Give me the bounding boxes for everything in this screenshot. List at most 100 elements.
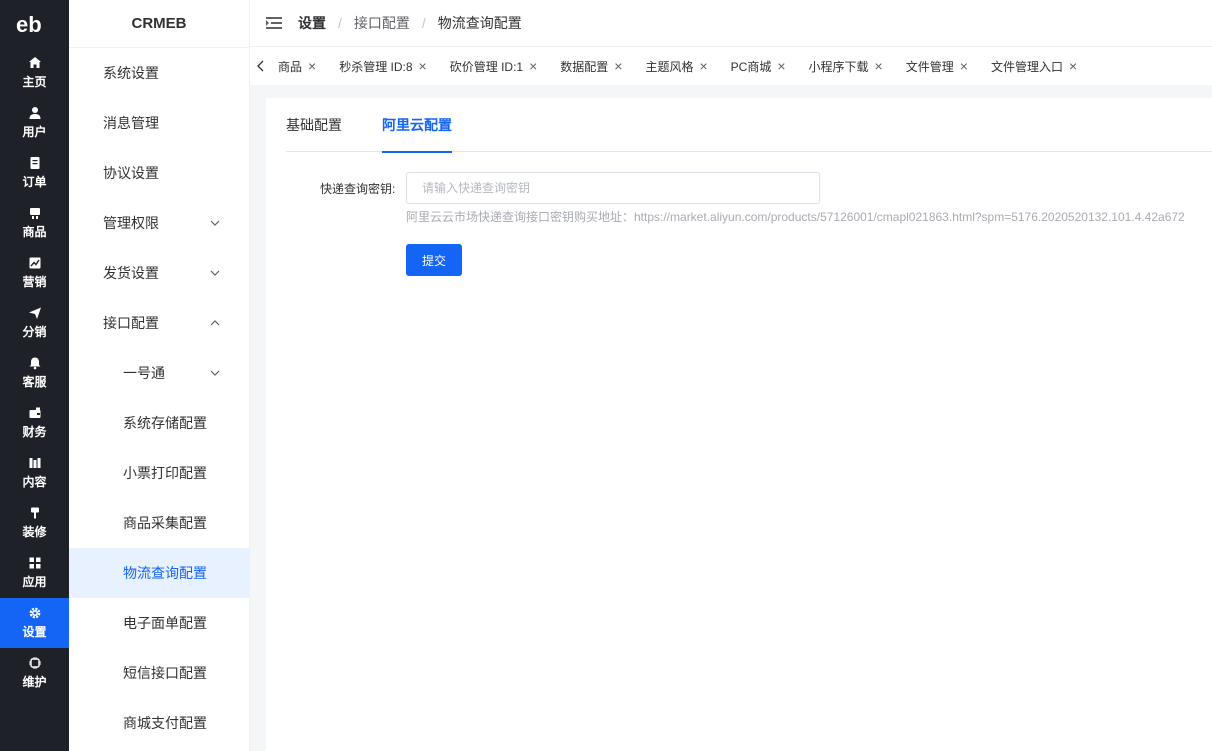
gear-icon (29, 607, 40, 619)
chevron-down-icon (210, 270, 220, 276)
tag-item[interactable]: 文件管理入口 × (981, 47, 1090, 85)
close-icon[interactable]: × (614, 58, 622, 74)
close-icon[interactable]: × (875, 58, 883, 74)
submenu-item[interactable]: 商城支付配置 (69, 698, 249, 748)
rail-item[interactable]: 订单 (0, 148, 69, 198)
tag-item[interactable]: 商品 × (268, 47, 329, 85)
breadcrumb-item[interactable]: 接口配置 (354, 13, 410, 33)
submenu-item[interactable]: 接口配置 (69, 298, 249, 348)
submenu-item[interactable]: 系统设置 (69, 48, 249, 98)
rail-item[interactable]: 应用 (0, 548, 69, 598)
submenu-item-label: 协议设置 (103, 165, 159, 181)
submenu-item-label: 物流查询配置 (123, 565, 207, 581)
submenu-item-label: 小票打印配置 (123, 465, 207, 481)
express-key-label: 快递查询密钥: (320, 182, 396, 196)
tab-aliyun-config[interactable]: 阿里云配置 (382, 98, 452, 153)
rail-item-label: 应用 (22, 575, 47, 589)
submenu-item-label: 发货设置 (103, 265, 159, 281)
breadcrumb-current: 物流查询配置 (437, 15, 522, 31)
rail-item-label: 用户 (22, 125, 47, 139)
close-icon[interactable]: × (960, 58, 968, 74)
submit-button[interactable]: 提交 (406, 244, 462, 276)
rail-item-label: 财务 (22, 425, 47, 439)
tag-item[interactable]: 数据配置 × (550, 47, 635, 85)
submenu-item[interactable]: 系统存储配置 (69, 398, 249, 448)
config-tabs: 基础配置 阿里云配置 (286, 98, 1212, 153)
rail-item[interactable]: 用户 (0, 98, 69, 148)
tag-item[interactable]: PC商城 × (721, 47, 799, 85)
breadcrumb-item[interactable]: 设置 (298, 13, 326, 33)
submenu-item[interactable]: 小票打印配置 (69, 448, 249, 498)
tags-bar: 商品 × 秒杀管理 ID:8 × 砍价管理 ID:1 × 数据配置 × 主题风格 × PC商城 × 小程… (250, 47, 1212, 85)
tag-item[interactable]: 砍价管理 ID:1 × (440, 47, 551, 85)
rail-item[interactable]: 客服 (0, 348, 69, 398)
order-icon (30, 157, 39, 169)
submenu-item-label: 系统存储配置 (123, 415, 207, 431)
close-icon[interactable]: × (777, 58, 785, 74)
submenu-item-label: 系统设置 (103, 65, 159, 81)
breadcrumb-separator: / (338, 15, 342, 31)
rail-item-label: 商品 (22, 225, 47, 239)
close-icon[interactable]: × (419, 58, 427, 74)
wallet-icon (29, 407, 40, 418)
tab-basic-config[interactable]: 基础配置 (286, 98, 342, 152)
chip-icon (28, 657, 41, 669)
submenu-item[interactable]: 协议设置 (69, 148, 249, 198)
rail-item[interactable]: 营销 (0, 248, 69, 298)
rail-item[interactable]: 内容 (0, 448, 69, 498)
tag-label: 主题风格 (645, 59, 694, 74)
submenu-item-label: 接口配置 (103, 315, 159, 331)
menu-toggle-icon[interactable] (266, 16, 282, 30)
rail-item[interactable]: 商品 (0, 198, 69, 248)
submenu-item[interactable]: 一号通 (69, 348, 249, 398)
tag-item[interactable]: 文件管理 × (896, 47, 981, 85)
submenu-item[interactable]: 管理权限 (69, 198, 249, 248)
tag-item[interactable]: 秒杀管理 ID:8 × (329, 47, 440, 85)
chevron-up-icon (210, 320, 220, 326)
rail-item-label: 营销 (22, 275, 47, 289)
brush-icon (30, 507, 39, 519)
rail-item[interactable]: 维护 (0, 648, 69, 698)
rail-item-label: 维护 (22, 675, 47, 689)
rail-item[interactable]: 主页 (0, 48, 69, 98)
user-icon (29, 107, 40, 119)
express-key-input[interactable] (406, 172, 820, 204)
logo[interactable]: eb (0, 0, 69, 48)
rail-item-label: 内容 (22, 475, 47, 489)
tag-label: 商品 (278, 59, 303, 74)
submenu-item[interactable]: 短信接口配置 (69, 648, 249, 698)
rail-item-label: 设置 (22, 625, 47, 639)
submenu-item-label: 商城支付配置 (123, 715, 207, 731)
tag-label: 砍价管理 ID:1 (449, 59, 524, 74)
rail-item[interactable]: 分销 (0, 298, 69, 348)
rail-item-label: 客服 (22, 375, 47, 389)
logo-icon: eb (16, 12, 42, 36)
tag-item[interactable]: 小程序下载 × (799, 47, 896, 85)
submenu-item[interactable]: 物流查询配置 (69, 548, 249, 598)
distribution-icon (28, 307, 41, 319)
content-icon (29, 458, 40, 468)
submenu-item[interactable]: 商品采集配置 (69, 498, 249, 548)
close-icon[interactable]: × (1069, 58, 1077, 74)
sub-menu: CRMEB 系统设置消息管理协议设置管理权限发货设置接口配置一号通系统存储配置小… (69, 0, 250, 751)
submenu-item-label: 消息管理 (103, 115, 159, 131)
rail-item[interactable]: 设置 (0, 598, 69, 648)
tag-label: 数据配置 (560, 59, 609, 74)
chevron-left-icon[interactable] (254, 60, 268, 72)
close-icon[interactable]: × (529, 58, 537, 74)
submenu-item[interactable]: 电子面单配置 (69, 598, 249, 648)
submenu-item[interactable]: 消息管理 (69, 98, 249, 148)
submenu-item[interactable]: 发货设置 (69, 248, 249, 298)
tab-label: 阿里云配置 (382, 117, 452, 133)
close-icon[interactable]: × (308, 58, 316, 74)
tag-label: 文件管理 (905, 59, 954, 74)
tag-label: 秒杀管理 ID:8 (339, 59, 413, 74)
rail-item[interactable]: 财务 (0, 398, 69, 448)
brand-title: CRMEB (69, 0, 249, 48)
marketing-icon (29, 257, 40, 269)
tag-item[interactable]: 主题风格 × (635, 47, 720, 85)
apps-icon (29, 557, 40, 569)
submenu-item-label: 电子面单配置 (123, 615, 207, 631)
rail-item[interactable]: 装修 (0, 498, 69, 548)
close-icon[interactable]: × (699, 58, 707, 74)
